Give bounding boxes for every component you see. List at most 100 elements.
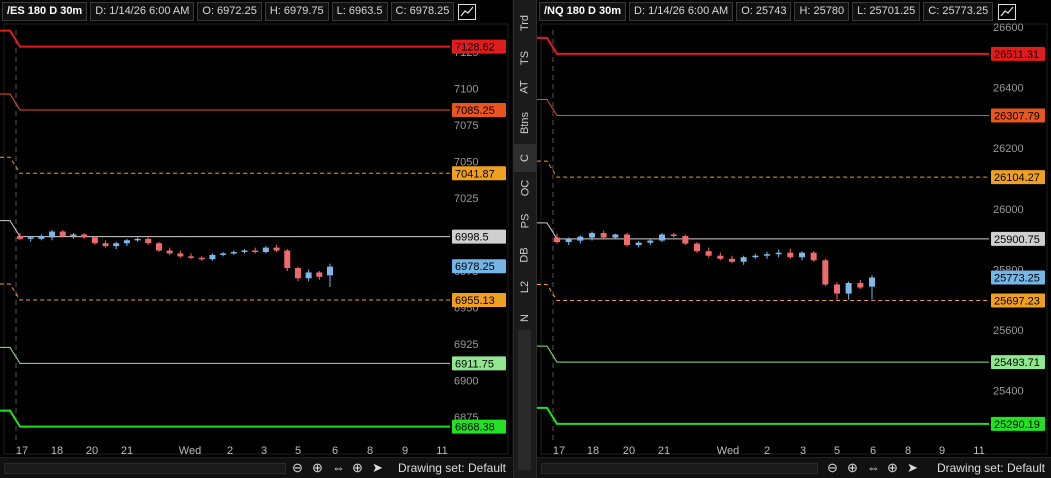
candle-body [752,255,759,258]
fit-horizontal-icon[interactable]: ⇔ [867,460,880,475]
price-axis-tick: 26600 [993,22,1024,34]
zoom-in-icon[interactable]: ⊕ [847,460,858,476]
candle-body [70,234,77,236]
candle-body [705,251,712,256]
candle-body [262,247,269,252]
time-axis-label: 20 [623,445,635,457]
level-price-label: 7128.62 [455,42,495,54]
side-tab-l2[interactable]: L2 [514,272,536,302]
level-line [537,99,989,117]
time-axis-label: 8 [905,445,911,457]
side-tab-oc[interactable]: OC [514,172,536,204]
zoom-in-icon[interactable]: ⊕ [312,460,323,476]
price-chart-area[interactable]: 7125710070757050702569756950692569006875… [0,0,512,458]
candle-body [145,238,152,244]
side-tab-label: TS [519,50,531,66]
time-axis-label: 21 [658,445,670,457]
candle-body [294,268,301,279]
candle-body [869,277,875,287]
cursor-icon[interactable]: ➤ [372,460,383,476]
candle-body [845,282,852,294]
zoom-out-icon[interactable]: ⊖ [292,460,303,476]
time-axis-label: Wed [179,445,201,457]
candle-body [670,234,677,237]
es-price-chart: 7125710070757050702569756950692569006875… [0,23,509,457]
candle-body [38,235,45,239]
level-line [537,160,989,178]
level-price-label: 7041.87 [455,168,495,180]
chart-style-icon[interactable] [458,4,476,20]
price-chart-area[interactable]: 26600 26400 26200 26000 25800 25600 25400 26511… [537,0,1051,458]
side-tab-btns[interactable]: Btns [514,104,536,142]
candle-body [273,247,280,251]
candle-body [565,239,572,243]
candle-body [252,250,259,253]
side-tab-scrollbar[interactable] [518,330,531,470]
side-tab-at[interactable]: AT [514,72,536,102]
crosshair-icon[interactable]: ⊕ [352,460,363,476]
level-line [0,283,450,301]
horizontal-scrollbar[interactable] [4,463,286,474]
drawing-set-label[interactable]: Drawing set: Default [398,461,506,475]
level-line [0,220,450,238]
candle-body [764,254,770,256]
side-tab-ps[interactable]: PS [514,206,536,236]
candle-body [188,256,195,258]
level-line [0,409,450,428]
candle-body [740,257,747,262]
cursor-icon[interactable]: ➤ [907,460,918,476]
time-axis-label: 8 [367,445,373,457]
price-axis-tick: 26200 [993,143,1024,155]
candle-body [600,233,607,238]
side-tab-label: DB [519,247,531,263]
level-line [0,156,450,174]
time-axis-label: 3 [800,445,806,457]
high-readout: H: 6979.75 [264,2,329,21]
price-axis-tick: 25400 [993,386,1024,398]
side-tab-trd[interactable]: Trd [514,8,536,38]
time-axis-label: 6 [870,445,876,457]
candle-body [220,253,227,255]
side-tab-ts[interactable]: TS [514,44,536,72]
side-tab-label: N [518,314,531,322]
side-tab-db[interactable]: DB [514,240,536,270]
level-price-label: 25290.19 [994,419,1040,431]
level-price-label: 25697.23 [994,295,1040,307]
candle-body [305,272,312,279]
price-axis-tick: 26000 [993,204,1024,216]
time-axis-label: 5 [834,445,840,457]
chart-bottom-toolbar: ⊖ ⊕ ⇔ ⊕ ➤ Drawing set: Default [537,457,1051,478]
horizontal-scrollbar[interactable] [541,463,818,474]
candle-body [810,252,817,261]
time-axis-label: 5 [295,445,301,457]
crosshair-icon[interactable]: ⊕ [887,460,898,476]
candle-body [59,231,66,236]
time-axis-label: 2 [227,445,233,457]
candle-body [834,284,840,294]
symbol-label[interactable]: /ES 180 D 30m [2,2,88,21]
candle-body [729,258,735,262]
candle-body [717,255,724,259]
candle-body [177,253,184,257]
side-tab-label: L2 [519,280,531,294]
candle-body [857,282,864,288]
candle-body [787,252,794,258]
chart-style-icon[interactable] [998,4,1016,20]
candle-body [316,272,323,277]
price-axis-tick: 26400 [993,83,1024,95]
symbol-label[interactable]: /NQ 180 D 30m [539,2,627,21]
zoom-out-icon[interactable]: ⊖ [827,460,838,476]
drawing-set-label[interactable]: Drawing set: Default [937,461,1045,475]
price-axis-tick: 7025 [454,193,478,205]
level-line [0,93,450,111]
candle-body [647,240,654,243]
date-readout: D: 1/14/26 6:00 AM [90,2,195,21]
side-tab-n[interactable]: N [514,304,536,332]
candle-body [198,257,205,260]
price-axis-tick: 7075 [454,120,478,132]
level-line [0,29,450,48]
side-tab-c[interactable]: C [514,144,536,172]
fit-horizontal-icon[interactable]: ⇔ [332,460,345,475]
side-tab-label: Trd [519,14,531,32]
level-price-label: 6955.13 [455,295,495,307]
